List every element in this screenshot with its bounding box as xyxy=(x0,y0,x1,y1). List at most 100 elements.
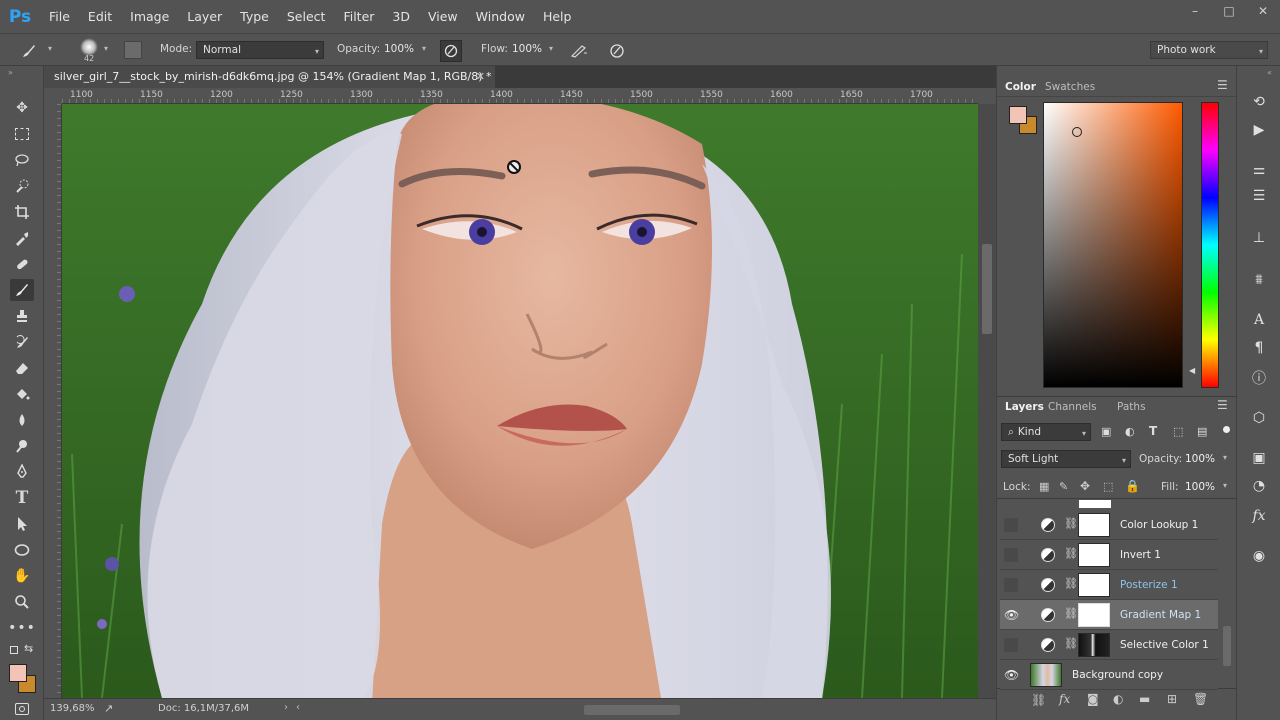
dodge-tool-icon[interactable] xyxy=(10,435,34,457)
vertical-ruler[interactable] xyxy=(44,104,62,698)
eye-icon[interactable]: 👁 xyxy=(1004,608,1019,622)
menu-view[interactable]: View xyxy=(419,0,467,33)
adjustments-panel-icon[interactable]: ⚌ xyxy=(1249,160,1269,180)
panel-menu-icon[interactable]: ☰ xyxy=(1217,398,1228,412)
layer-row-color-lookup[interactable]: ⛓ Color Lookup 1 xyxy=(1000,510,1218,540)
collapse-panel-icon[interactable]: « xyxy=(1267,68,1272,77)
delete-layer-icon[interactable]: 🗑 xyxy=(1193,692,1208,706)
workspace-select[interactable]: Photo work ▾ xyxy=(1150,41,1268,59)
chevron-down-icon[interactable]: ▾ xyxy=(422,44,426,53)
pressure-opacity-icon[interactable] xyxy=(440,40,462,62)
new-layer-icon[interactable]: ⊞ xyxy=(1167,692,1177,706)
horizontal-scrollbar-thumb[interactable] xyxy=(584,705,680,715)
foreground-color-swatch[interactable] xyxy=(9,664,27,682)
chevron-down-icon[interactable]: ▾ xyxy=(1223,481,1227,490)
panel-menu-icon[interactable]: ☰ xyxy=(1217,78,1228,92)
layer-mask-thumbnail[interactable] xyxy=(1078,573,1110,597)
layer-mask-thumbnail[interactable] xyxy=(1078,603,1110,627)
brush-panel-icon[interactable] xyxy=(124,41,142,59)
maximize-button[interactable]: □ xyxy=(1212,0,1246,22)
tab-paths[interactable]: Paths xyxy=(1117,401,1146,413)
blur-tool-icon[interactable] xyxy=(10,409,34,431)
history-brush-tool-icon[interactable] xyxy=(10,331,34,353)
healing-brush-tool-icon[interactable] xyxy=(10,253,34,275)
styles-panel-icon[interactable]: fx xyxy=(1249,506,1269,526)
ruler-origin[interactable] xyxy=(44,88,62,104)
layer-name[interactable]: Selective Color 1 xyxy=(1120,639,1209,651)
share-icon[interactable]: ↗ xyxy=(104,702,113,715)
navigator-panel-icon[interactable]: ◉ xyxy=(1249,546,1269,566)
horizontal-ruler[interactable]: 1100 1150 1200 1250 1300 1350 1400 1450 … xyxy=(62,88,978,104)
visibility-toggle[interactable] xyxy=(1004,578,1018,592)
quick-selection-tool-icon[interactable] xyxy=(10,175,34,197)
filter-toggle-icon[interactable] xyxy=(1223,426,1230,433)
new-group-icon[interactable]: ▬ xyxy=(1139,692,1150,706)
layer-style-icon[interactable]: fx xyxy=(1059,692,1070,706)
zoom-tool-icon[interactable] xyxy=(10,591,34,613)
layer-mask-thumbnail[interactable] xyxy=(1078,543,1110,567)
opacity-value[interactable]: 100% xyxy=(384,43,414,55)
paint-bucket-tool-icon[interactable] xyxy=(10,383,34,405)
chevron-down-icon[interactable]: ▾ xyxy=(104,44,108,53)
layer-name[interactable]: Invert 1 xyxy=(1120,549,1161,561)
brush-tool-icon[interactable] xyxy=(10,279,34,301)
visibility-toggle[interactable] xyxy=(1004,638,1018,652)
menu-3d[interactable]: 3D xyxy=(383,0,419,33)
new-adjustment-layer-icon[interactable]: ◐ xyxy=(1113,692,1123,706)
layer-row-selective-color[interactable]: ⛓ Selective Color 1 xyxy=(1000,630,1218,660)
chevron-down-icon[interactable]: ▾ xyxy=(1223,453,1227,462)
link-icon[interactable]: ⛓ xyxy=(1064,547,1078,560)
quick-mask-icon[interactable] xyxy=(15,703,29,715)
minimize-button[interactable]: – xyxy=(1178,0,1212,22)
brush-tool-icon[interactable] xyxy=(14,40,44,62)
lock-pixels-icon[interactable]: ✎ xyxy=(1059,480,1068,493)
info-panel-icon[interactable]: ⓘ xyxy=(1249,368,1269,388)
menu-layer[interactable]: Layer xyxy=(178,0,231,33)
layer-name[interactable]: Background copy xyxy=(1072,669,1163,681)
filter-shape-icon[interactable]: ⬚ xyxy=(1173,425,1183,438)
visibility-toggle[interactable] xyxy=(1004,548,1018,562)
chevron-down-icon[interactable]: ▾ xyxy=(549,44,553,53)
foreground-color-swatch[interactable] xyxy=(1009,106,1027,124)
tab-color[interactable]: Color xyxy=(1005,81,1036,93)
layer-name[interactable]: Color Lookup 1 xyxy=(1120,519,1198,531)
scroll-left-icon[interactable]: ‹ xyxy=(296,702,300,713)
filter-adjustment-icon[interactable]: ◐ xyxy=(1125,425,1135,438)
menu-filter[interactable]: Filter xyxy=(334,0,383,33)
pen-tool-icon[interactable] xyxy=(10,461,34,483)
ellipse-tool-icon[interactable] xyxy=(10,539,34,561)
filter-pixel-icon[interactable]: ▣ xyxy=(1101,425,1111,438)
lock-transparency-icon[interactable]: ▦ xyxy=(1039,480,1049,493)
path-selection-tool-icon[interactable] xyxy=(10,513,34,535)
menu-help[interactable]: Help xyxy=(534,0,581,33)
add-mask-icon[interactable]: ◙ xyxy=(1087,692,1099,706)
chevron-right-icon[interactable]: › xyxy=(284,702,288,713)
link-icon[interactable]: ⛓ xyxy=(1064,607,1078,620)
pressure-size-icon[interactable] xyxy=(606,40,628,62)
close-window-button[interactable]: ✕ xyxy=(1246,0,1280,22)
lock-all-icon[interactable]: 🔒 xyxy=(1125,479,1140,493)
layer-mask-thumbnail[interactable] xyxy=(1078,513,1110,537)
brush-presets-panel-icon[interactable]: ⩩ xyxy=(1249,270,1269,290)
link-layers-icon[interactable]: ⛓ xyxy=(1031,693,1046,707)
layer-row-gradient-map[interactable]: 👁 ⛓ Gradient Map 1 xyxy=(1000,600,1218,630)
timeline-panel-icon[interactable]: ◔ xyxy=(1249,476,1269,496)
vertical-scrollbar[interactable] xyxy=(978,104,996,698)
default-colors-icon[interactable] xyxy=(10,646,18,654)
clone-stamp-tool-icon[interactable] xyxy=(10,305,34,327)
menu-file[interactable]: File xyxy=(40,0,79,33)
airbrush-icon[interactable] xyxy=(568,40,590,62)
expand-panel-icon[interactable]: » xyxy=(8,68,13,77)
chevron-down-icon[interactable]: ▾ xyxy=(48,44,52,53)
scrollbar-thumb[interactable] xyxy=(982,244,992,334)
hue-slider-handle[interactable]: ◀ xyxy=(1189,366,1195,375)
layers-scrollbar-thumb[interactable] xyxy=(1223,626,1231,666)
tab-swatches[interactable]: Swatches xyxy=(1045,81,1095,93)
flow-value[interactable]: 100% xyxy=(512,43,542,55)
menu-select[interactable]: Select xyxy=(278,0,335,33)
close-icon[interactable]: ✕ xyxy=(476,66,485,88)
actions-panel-icon[interactable]: ▶ xyxy=(1249,120,1269,140)
layer-name[interactable]: Posterize 1 xyxy=(1120,579,1178,591)
link-icon[interactable]: ⛓ xyxy=(1064,577,1078,590)
lasso-tool-icon[interactable] xyxy=(10,149,34,171)
